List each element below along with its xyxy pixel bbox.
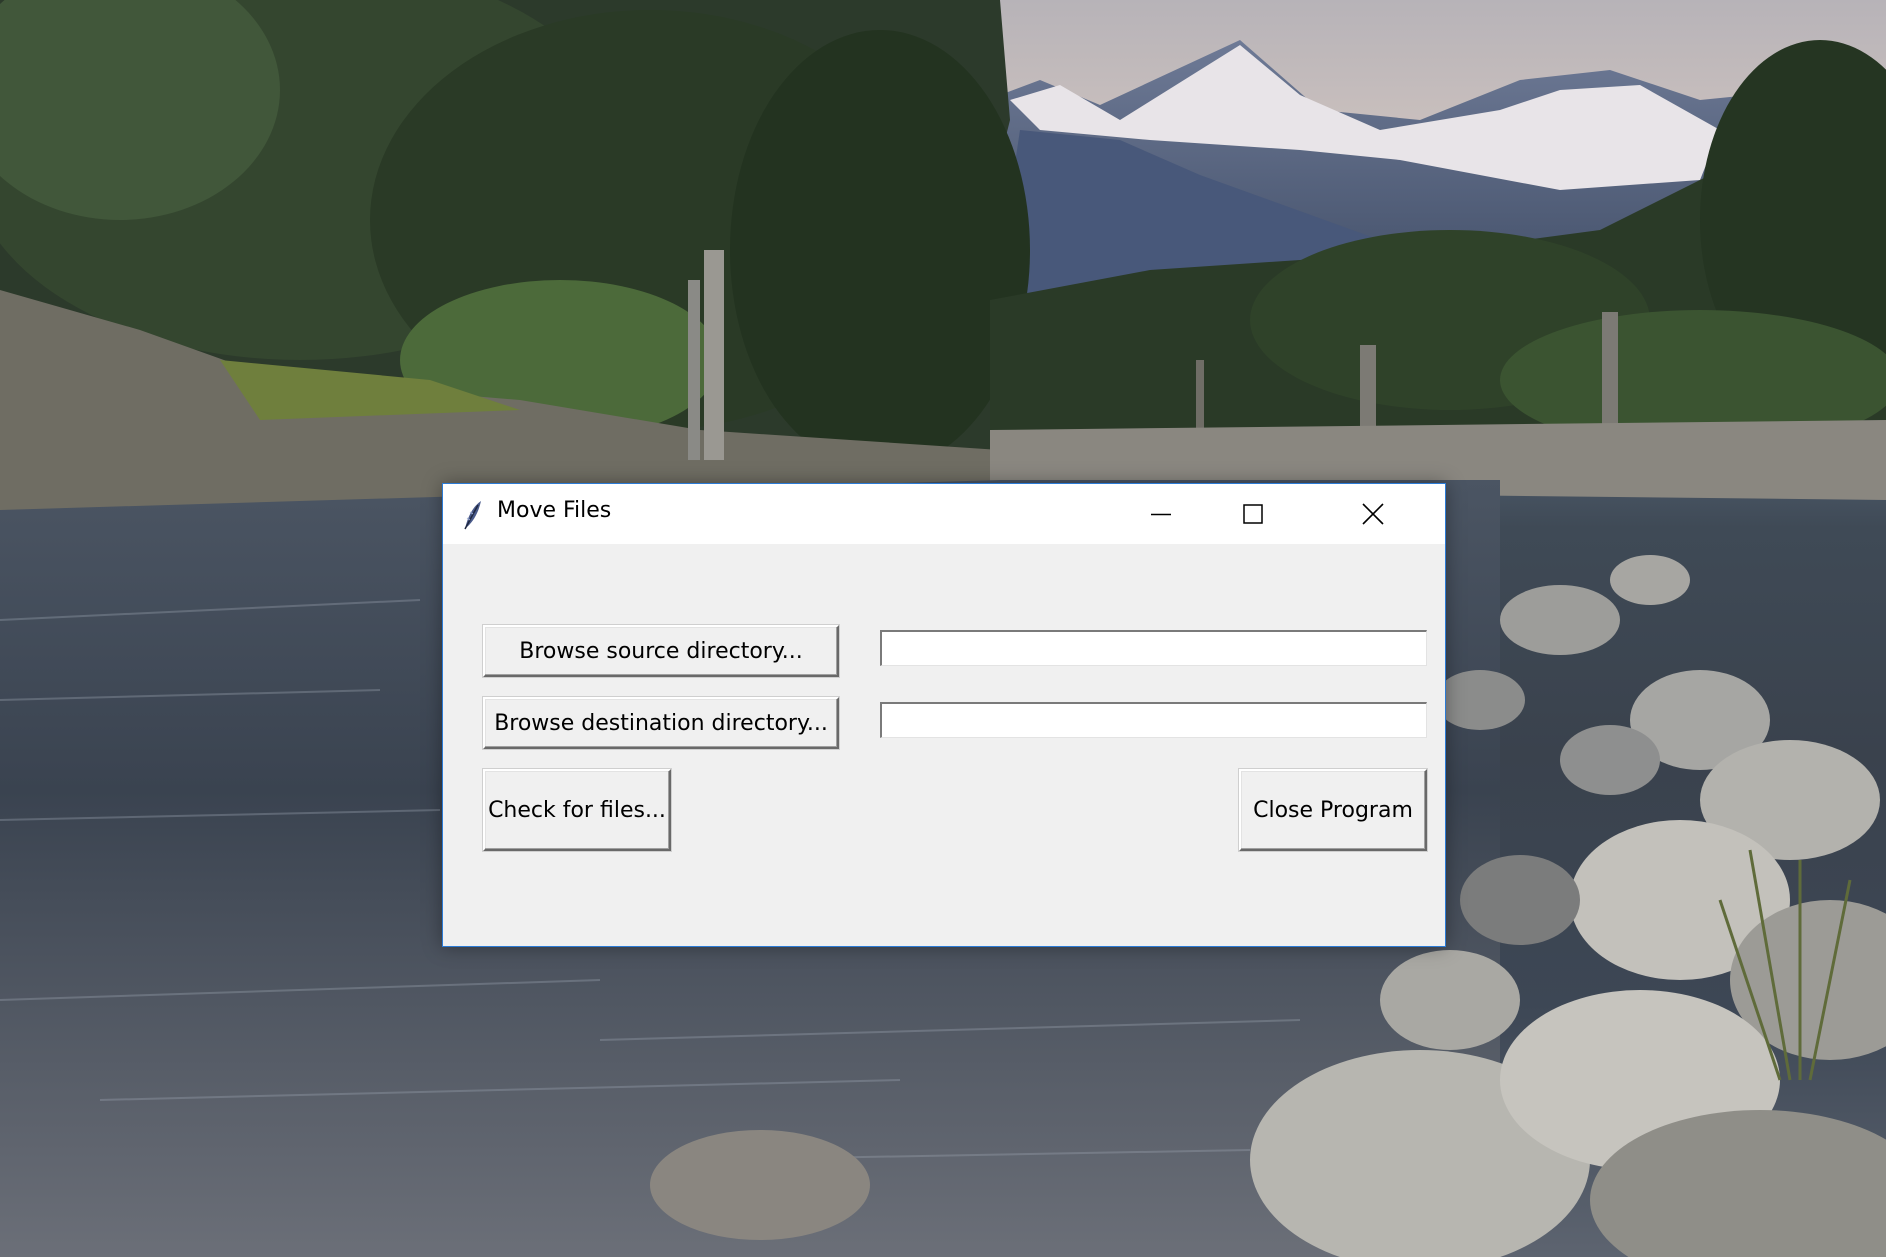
move-files-window: Move Files Browse source directory... Br… (442, 483, 1446, 947)
source-directory-input[interactable] (880, 630, 1427, 666)
maximize-icon (1243, 504, 1263, 524)
minimize-icon (1151, 513, 1171, 516)
close-window-button[interactable] (1301, 484, 1445, 544)
window-title: Move Files (497, 498, 612, 523)
destination-directory-input[interactable] (880, 702, 1427, 738)
feather-icon (461, 500, 483, 530)
browse-destination-button[interactable]: Browse destination directory... (482, 696, 840, 750)
maximize-button[interactable] (1207, 484, 1299, 544)
check-files-button[interactable]: Check for files... (482, 768, 672, 852)
minimize-button[interactable] (1115, 484, 1207, 544)
browse-source-button[interactable]: Browse source directory... (482, 624, 840, 678)
close-program-button[interactable]: Close Program (1238, 768, 1428, 852)
title-bar[interactable]: Move Files (443, 484, 1445, 544)
close-icon (1362, 503, 1384, 525)
